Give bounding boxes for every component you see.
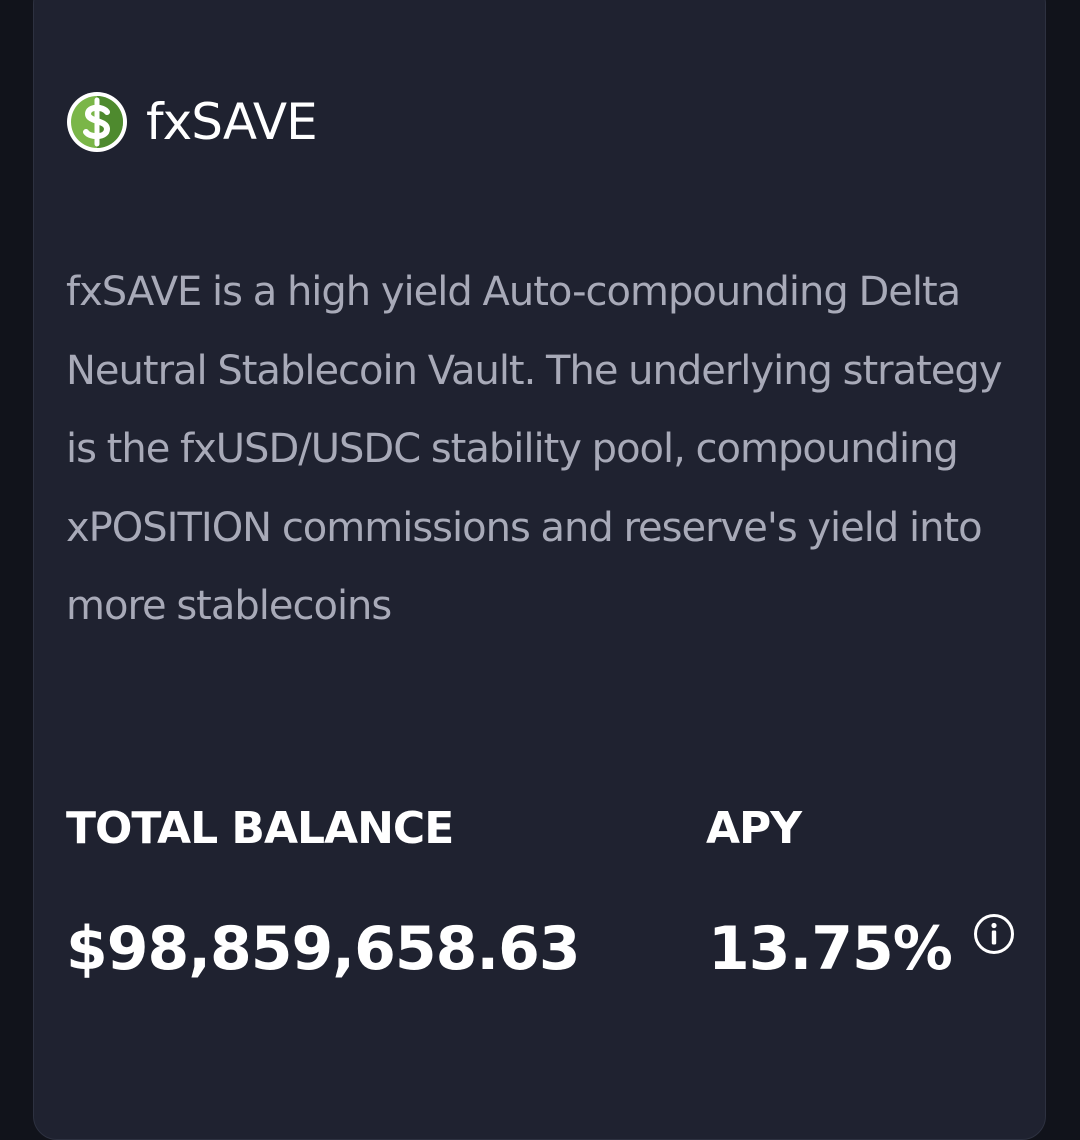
vault-header: fxSAVE: [66, 89, 318, 155]
total-balance-value: $98,859,658.63: [66, 914, 581, 984]
total-balance-label: TOTAL BALANCE: [66, 803, 454, 854]
vault-title: fxSAVE: [146, 93, 318, 151]
vault-description: fxSAVE is a high yield Auto-compounding …: [66, 269, 1003, 630]
apy-label: APY: [706, 803, 802, 854]
dollar-coin-icon: [67, 92, 127, 152]
apy-value: 13.75%: [708, 914, 953, 984]
vault-card: fxSAVE fxSAVE is a high yield Auto-compo…: [33, 0, 1046, 1140]
info-icon[interactable]: [973, 913, 1015, 955]
